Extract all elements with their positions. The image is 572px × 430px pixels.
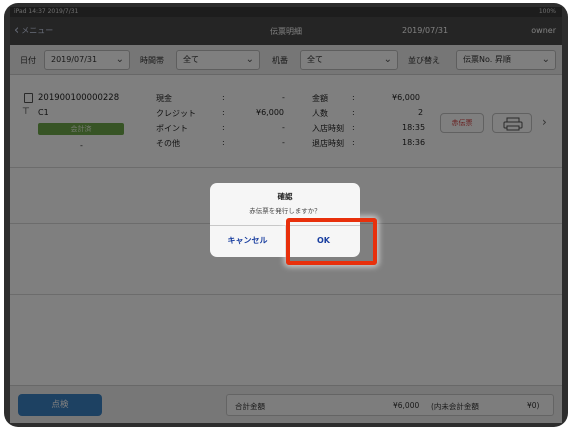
device-frame: iPad 14:37 2019/7/31 100% ‹ メニュー 伝票明細 20… (4, 3, 568, 427)
dialog-title: 確認 (277, 192, 293, 201)
ok-highlight-frame (286, 218, 377, 265)
screen: iPad 14:37 2019/7/31 100% ‹ メニュー 伝票明細 20… (10, 7, 562, 423)
dialog-cancel-button[interactable]: キャンセル (210, 225, 285, 257)
dialog-message: 赤伝票を発行しますか？ (249, 207, 321, 215)
